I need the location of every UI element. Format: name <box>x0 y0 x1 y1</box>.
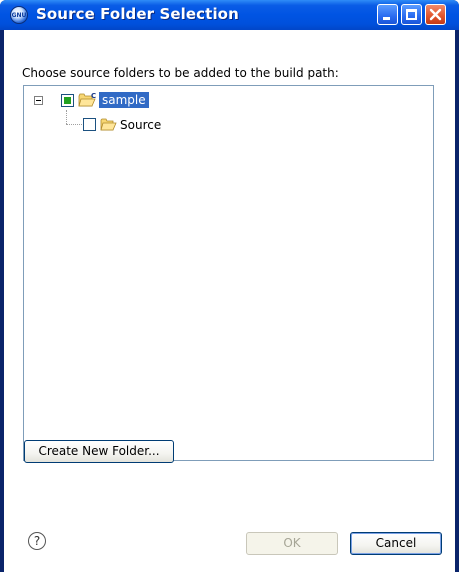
ok-button[interactable]: OK <box>246 532 338 555</box>
dialog-client-area: Choose source folders to be added to the… <box>4 30 455 572</box>
dialog-window: GNU Source Folder Selection Choose sourc… <box>0 0 459 572</box>
project-folder-icon: C <box>78 92 96 107</box>
collapse-toggle[interactable] <box>34 96 43 105</box>
instruction-label: Choose source folders to be added to the… <box>22 66 339 80</box>
close-icon <box>429 8 442 21</box>
cancel-button[interactable]: Cancel <box>350 532 442 555</box>
window-title: Source Folder Selection <box>36 5 239 23</box>
close-button[interactable] <box>425 4 446 25</box>
tree-connector <box>66 124 82 125</box>
help-icon[interactable]: ? <box>28 532 46 550</box>
svg-text:C: C <box>91 92 96 100</box>
app-icon: GNU <box>10 6 28 24</box>
folder-icon <box>100 118 117 131</box>
tree-child-label[interactable]: Source <box>120 117 161 133</box>
tree-child-checkbox[interactable] <box>83 118 96 131</box>
tree-root-checkbox[interactable] <box>61 94 74 107</box>
tree-root-label[interactable]: sample <box>99 92 149 108</box>
source-folder-tree[interactable]: C sample Source <box>23 85 434 461</box>
maximize-button[interactable] <box>401 4 422 25</box>
minimize-button[interactable] <box>377 4 398 25</box>
title-bar[interactable]: GNU Source Folder Selection <box>0 0 459 30</box>
create-new-folder-button[interactable]: Create New Folder... <box>24 440 174 463</box>
tree-connector <box>66 110 67 124</box>
